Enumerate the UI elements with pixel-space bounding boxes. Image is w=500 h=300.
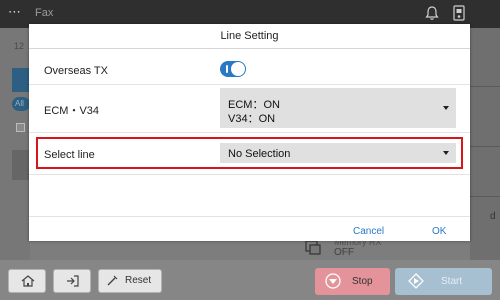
divider <box>470 86 500 87</box>
background-all-pill: All <box>12 97 30 111</box>
reset-button[interactable]: Reset <box>98 269 162 293</box>
login-icon <box>67 275 79 287</box>
highlight-frame <box>36 137 463 169</box>
divider <box>29 48 470 49</box>
stop-icon <box>325 273 341 289</box>
ok-button[interactable]: OK <box>432 226 446 237</box>
ecm-v34-label: ECM・V34 <box>44 105 100 117</box>
memory-rx-value: OFF <box>334 247 354 258</box>
divider <box>29 216 470 217</box>
line-setting-dialog: Line Setting Overseas TX ECM・V34 ECM：ON … <box>29 24 470 241</box>
toggle-knob <box>231 62 245 76</box>
more-icon[interactable]: ⋯ <box>8 5 24 20</box>
home-icon <box>21 275 35 287</box>
divider <box>470 196 500 197</box>
overseas-tx-toggle[interactable] <box>220 61 246 77</box>
start-button[interactable]: Start <box>395 268 492 295</box>
background-right-panel: d <box>470 28 500 260</box>
divider <box>29 132 470 133</box>
start-icon <box>408 273 424 289</box>
toggle-on-indicator <box>226 65 228 73</box>
divider <box>29 174 470 175</box>
reset-icon <box>107 275 118 286</box>
background-checkbox <box>16 123 25 132</box>
divider <box>470 146 500 147</box>
background-text: d <box>490 211 496 222</box>
device-status-icon[interactable] <box>451 4 467 22</box>
overseas-tx-label: Overseas TX <box>44 65 108 77</box>
bell-icon[interactable] <box>424 5 440 21</box>
v34-value: V34：ON <box>228 113 276 125</box>
background-number: 12 <box>14 41 25 51</box>
background-left-panel: 12 All <box>0 28 30 260</box>
ecm-v34-select[interactable]: ECM：ON V34：ON <box>220 88 456 128</box>
stop-button[interactable]: Stop <box>315 268 390 295</box>
cancel-button[interactable]: Cancel <box>353 226 384 237</box>
dialog-title: Line Setting <box>220 30 279 42</box>
login-button[interactable] <box>53 269 91 293</box>
start-label: Start <box>441 276 463 287</box>
stop-label: Stop <box>352 276 373 287</box>
bottom-bar: Reset Stop Start <box>0 260 500 300</box>
chevron-down-icon <box>443 106 449 110</box>
home-button[interactable] <box>8 269 46 293</box>
background-row <box>12 150 30 180</box>
background-tab <box>12 68 30 92</box>
divider <box>29 84 470 85</box>
reset-label: Reset <box>125 275 152 286</box>
app-title: Fax <box>35 7 54 19</box>
